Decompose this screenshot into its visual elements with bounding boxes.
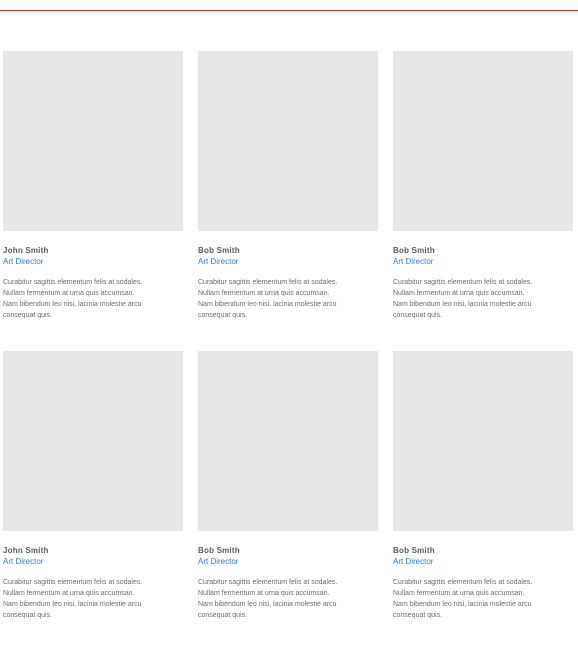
member-bio: Curabitur sagittis elementum felis at so… bbox=[3, 579, 143, 619]
member-photo-placeholder bbox=[198, 351, 378, 531]
team-row: John Smith Art Director Curabitur sagitt… bbox=[3, 51, 578, 321]
team-row: John Smith Art Director Curabitur sagitt… bbox=[3, 351, 578, 621]
team-member-card: Bob Smith Art Director Curabitur sagitti… bbox=[393, 51, 573, 321]
member-photo-placeholder bbox=[393, 351, 573, 531]
member-photo-placeholder bbox=[3, 51, 183, 231]
member-photo-placeholder bbox=[393, 51, 573, 231]
member-bio: Curabitur sagittis elementum felis at so… bbox=[393, 279, 533, 319]
member-name: John Smith bbox=[3, 246, 49, 255]
member-role-link[interactable]: Art Director bbox=[198, 256, 378, 267]
member-name: Bob Smith bbox=[393, 246, 435, 255]
member-role-link[interactable]: Art Director bbox=[3, 556, 183, 567]
member-bio: Curabitur sagittis elementum felis at so… bbox=[198, 579, 338, 619]
team-member-card: Bob Smith Art Director Curabitur sagitti… bbox=[198, 51, 378, 321]
team-grid: John Smith Art Director Curabitur sagitt… bbox=[3, 51, 578, 651]
member-name: Bob Smith bbox=[393, 546, 435, 555]
member-photo-placeholder bbox=[198, 51, 378, 231]
member-role-link[interactable]: Art Director bbox=[3, 256, 183, 267]
member-role-link[interactable]: Art Director bbox=[393, 556, 573, 567]
member-name: Bob Smith bbox=[198, 546, 240, 555]
member-name: Bob Smith bbox=[198, 246, 240, 255]
member-bio: Curabitur sagittis elementum felis at so… bbox=[3, 279, 143, 319]
team-member-card: John Smith Art Director Curabitur sagitt… bbox=[3, 351, 183, 621]
member-role-link[interactable]: Art Director bbox=[198, 556, 378, 567]
member-name: John Smith bbox=[3, 546, 49, 555]
member-photo-placeholder bbox=[3, 351, 183, 531]
team-member-card: Bob Smith Art Director Curabitur sagitti… bbox=[393, 351, 573, 621]
member-role-link[interactable]: Art Director bbox=[393, 256, 573, 267]
team-member-card: John Smith Art Director Curabitur sagitt… bbox=[3, 51, 183, 321]
member-bio: Curabitur sagittis elementum felis at so… bbox=[198, 279, 338, 319]
member-bio: Curabitur sagittis elementum felis at so… bbox=[393, 579, 533, 619]
top-divider bbox=[0, 10, 578, 11]
team-member-card: Bob Smith Art Director Curabitur sagitti… bbox=[198, 351, 378, 621]
